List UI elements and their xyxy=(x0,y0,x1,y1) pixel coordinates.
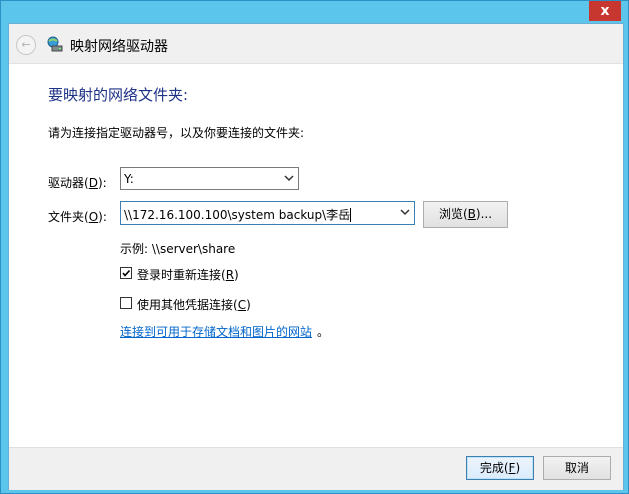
text-cursor xyxy=(350,208,352,222)
drive-label: 驱动器(D): xyxy=(48,176,107,190)
link-period: 。 xyxy=(317,325,330,339)
other-credentials-checkbox[interactable] xyxy=(120,297,132,309)
example-text: 示例: \\server\share xyxy=(120,242,236,256)
page-heading: 要映射的网络文件夹: xyxy=(48,86,189,104)
wizard-client-area: ← 映射网络驱动器 要映射的网络文件夹: 请为连接指定驱动器号，以及你要连接的文… xyxy=(8,23,624,490)
back-button[interactable]: ← xyxy=(16,35,36,55)
other-credentials-checkbox-row[interactable]: 使用其他凭据连接(C) xyxy=(120,296,260,312)
folder-path-input[interactable]: \\172.16.100.100\system backup\李岳 xyxy=(120,201,415,225)
close-button[interactable]: x xyxy=(589,1,621,21)
drive-letter-value: Y: xyxy=(124,172,134,186)
drive-letter-select[interactable]: Y: xyxy=(120,167,299,190)
back-arrow-icon: ← xyxy=(21,38,31,51)
storage-website-link[interactable]: 连接到可用于存储文档和图片的网站 xyxy=(120,323,312,340)
network-drive-icon xyxy=(47,36,63,52)
other-credentials-label: 使用其他凭据连接(C) xyxy=(137,298,251,312)
folder-label: 文件夹(O): xyxy=(48,210,107,224)
browse-button[interactable]: 浏览(B)... xyxy=(423,201,508,228)
instruction-text: 请为连接指定驱动器号，以及你要连接的文件夹: xyxy=(48,126,305,140)
reconnect-label: 登录时重新连接(R) xyxy=(137,268,239,282)
checkmark-icon xyxy=(122,269,131,277)
chevron-down-icon xyxy=(400,209,410,216)
finish-button[interactable]: 完成(F) xyxy=(466,456,534,480)
wizard-header: ← 映射网络驱动器 xyxy=(9,24,623,64)
reconnect-checkbox-row[interactable]: 登录时重新连接(R) xyxy=(120,266,260,282)
close-icon: x xyxy=(600,3,610,19)
dialog-window: x ← 映射网络驱动器 要映射的网络文件夹: 请为连接指定驱动器号，以及你要连接… xyxy=(0,0,629,494)
chevron-down-icon xyxy=(284,175,294,182)
wizard-title: 映射网络驱动器 xyxy=(70,39,168,55)
title-bar[interactable]: x xyxy=(1,1,628,23)
folder-path-value: \\172.16.100.100\system backup\李岳 xyxy=(124,208,352,222)
cancel-button[interactable]: 取消 xyxy=(543,456,611,480)
wizard-footer: 完成(F) 取消 xyxy=(9,447,623,490)
wizard-content: 要映射的网络文件夹: 请为连接指定驱动器号，以及你要连接的文件夹: 驱动器(D)… xyxy=(9,64,623,447)
reconnect-checkbox[interactable] xyxy=(120,267,132,279)
